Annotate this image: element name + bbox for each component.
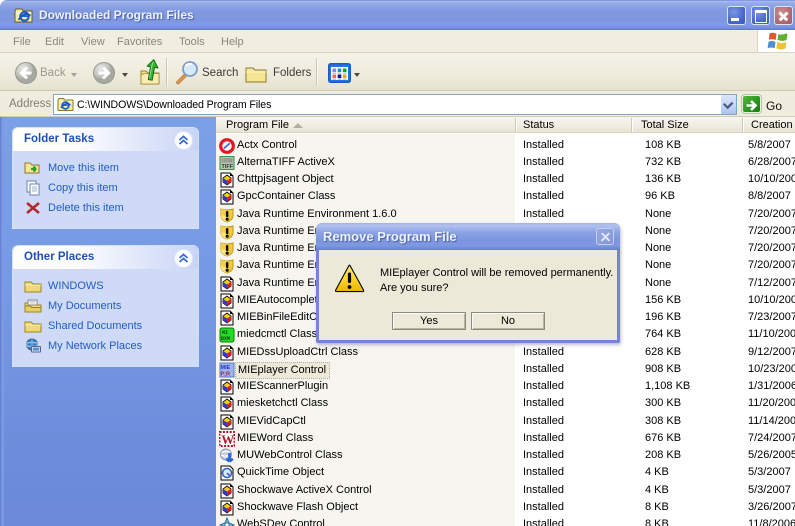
svg-text:W: W [221, 432, 234, 447]
svg-text:P;R: P;R [221, 371, 231, 377]
svg-text:MIE: MIE [221, 365, 231, 371]
svg-text:TIFF: TIFF [222, 164, 234, 170]
svg-text:DXM: DXM [221, 336, 230, 342]
